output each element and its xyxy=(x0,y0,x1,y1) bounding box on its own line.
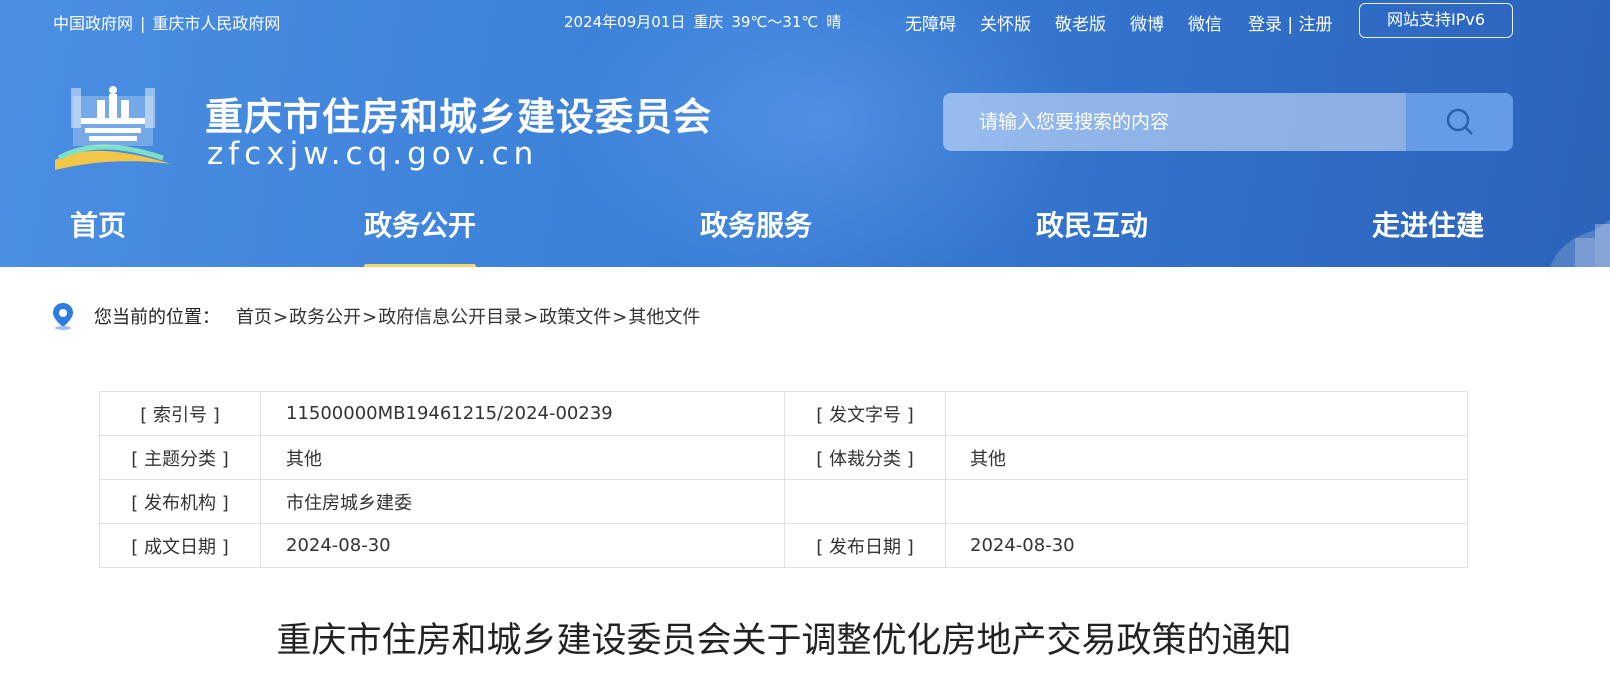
breadcrumb-separator: > xyxy=(362,307,378,328)
nav-about[interactable]: 走进住建 xyxy=(1372,204,1484,244)
site-logo-icon[interactable] xyxy=(53,78,173,173)
meta-value: 市住房城乡建委 xyxy=(260,479,785,524)
breadcrumb-gov-open[interactable]: 政务公开 xyxy=(289,307,361,328)
search-input[interactable] xyxy=(943,93,1406,151)
site-title: 重庆市住房和城乡建设委员会 xyxy=(205,95,713,139)
meta-key: [ 发文字号 ] xyxy=(784,391,946,436)
document-title: 重庆市住房和城乡建设委员会关于调整优化房地产交易政策的通知 xyxy=(276,621,1292,661)
table-row: [ 发布机构 ] 市住房城乡建委 xyxy=(99,479,1468,524)
nav-gov-affairs-open[interactable]: 政务公开 xyxy=(364,204,477,267)
link-elderly-mode[interactable]: 敬老版 xyxy=(1055,10,1106,35)
login-register: 登录 | 注册 xyxy=(1248,10,1333,35)
top-bar: 中国政府网 | 重庆市人民政府网 2024年09月01日 重庆 39℃～31℃ 晴 无障碍… xyxy=(0,0,1610,42)
breadcrumb-separator: > xyxy=(523,307,539,328)
meta-key: [ 发布日期 ] xyxy=(784,523,946,568)
top-links: 中国政府网 | 重庆市人民政府网 xyxy=(53,10,280,34)
nav-home[interactable]: 首页 xyxy=(70,204,126,244)
meta-key: [ 发布机构 ] xyxy=(99,479,261,524)
register-link[interactable]: 注册 xyxy=(1299,15,1333,35)
breadcrumb-other-docs[interactable]: 其他文件 xyxy=(628,307,700,328)
weather-condition: 晴 xyxy=(826,13,842,31)
breadcrumb-info-catalog[interactable]: 政府信息公开目录 xyxy=(378,307,522,328)
meta-key: [ 成文日期 ] xyxy=(99,523,261,568)
login-link[interactable]: 登录 xyxy=(1248,15,1282,35)
breadcrumb-home[interactable]: 首页 xyxy=(236,307,272,328)
temperature: 39℃～31℃ xyxy=(731,13,819,31)
meta-value xyxy=(945,391,1468,436)
table-row: [ 索引号 ] 11500000MB19461215/2024-00239 [ … xyxy=(99,391,1468,436)
breadcrumb-label: 您当前的位置： xyxy=(94,307,220,328)
meta-key: [ 主题分类 ] xyxy=(99,435,261,480)
building-illustration-icon xyxy=(1550,220,1610,267)
ipv6-badge[interactable]: 网站支持IPv6 xyxy=(1359,3,1513,38)
search-icon xyxy=(1446,108,1473,135)
breadcrumb-separator: > xyxy=(612,307,628,328)
breadcrumb-path: 首页>政务公开>政府信息公开目录>政策文件>其他文件 xyxy=(236,303,700,329)
site-header: 中国政府网 | 重庆市人民政府网 2024年09月01日 重庆 39℃～31℃ 晴 无障碍… xyxy=(0,0,1610,267)
quick-links: 无障碍 关怀版 敬老版 微博 微信 xyxy=(905,10,1246,35)
search-box xyxy=(943,93,1513,151)
location-pin-icon xyxy=(53,303,73,330)
link-care-mode[interactable]: 关怀版 xyxy=(980,10,1031,35)
link-weibo[interactable]: 微博 xyxy=(1130,10,1164,35)
nav-gov-services[interactable]: 政务服务 xyxy=(700,204,812,244)
main-nav: 首页 政务公开 政务服务 政民互动 走进住建 xyxy=(0,190,1610,267)
table-row: [ 主题分类 ] 其他 [ 体裁分类 ] 其他 xyxy=(99,435,1468,480)
meta-key xyxy=(784,479,946,524)
weather-info: 2024年09月01日 重庆 39℃～31℃ 晴 xyxy=(564,11,849,32)
meta-value: 2024-08-30 xyxy=(945,523,1468,568)
nav-public-interaction[interactable]: 政民互动 xyxy=(1036,204,1148,244)
meta-key: [ 索引号 ] xyxy=(99,391,261,436)
link-wechat[interactable]: 微信 xyxy=(1188,10,1222,35)
city-name: 重庆 xyxy=(693,13,724,31)
login-separator: | xyxy=(1287,15,1294,35)
meta-value: 11500000MB19461215/2024-00239 xyxy=(260,391,785,436)
meta-key: [ 体裁分类 ] xyxy=(784,435,946,480)
link-gov-cn[interactable]: 中国政府网 xyxy=(53,14,133,33)
top-link-separator: | xyxy=(140,14,146,33)
site-domain: zfcxjw.cq.gov.cn xyxy=(207,136,539,172)
breadcrumb-separator: > xyxy=(273,307,289,328)
current-date: 2024年09月01日 xyxy=(564,13,686,31)
meta-value: 2024-08-30 xyxy=(260,523,785,568)
breadcrumb-policy-docs[interactable]: 政策文件 xyxy=(539,307,611,328)
search-button[interactable] xyxy=(1406,93,1513,151)
meta-value: 其他 xyxy=(945,435,1468,480)
meta-value xyxy=(945,479,1468,524)
table-row: [ 成文日期 ] 2024-08-30 [ 发布日期 ] 2024-08-30 xyxy=(99,523,1468,568)
meta-value: 其他 xyxy=(260,435,785,480)
document-meta-table: [ 索引号 ] 11500000MB19461215/2024-00239 [ … xyxy=(99,391,1468,568)
link-accessibility[interactable]: 无障碍 xyxy=(905,10,956,35)
link-cq-gov[interactable]: 重庆市人民政府网 xyxy=(152,14,280,33)
